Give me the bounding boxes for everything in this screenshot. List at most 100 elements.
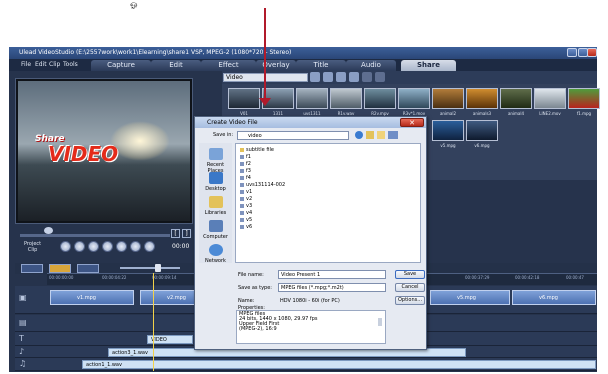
menu-bar: File Edit Clip Tools Capture Edit Effect…	[9, 59, 597, 71]
name-label: Name:	[238, 298, 255, 304]
options-button[interactable]: Options...	[395, 296, 425, 305]
zoom-slider[interactable]	[120, 267, 180, 269]
dialog-close-button[interactable]: ✕	[400, 118, 424, 127]
timecode: 00:00	[172, 243, 190, 250]
save-in-label: Save in:	[213, 132, 234, 138]
home-button[interactable]	[74, 241, 85, 252]
zoom-slider-thumb[interactable]	[155, 264, 161, 272]
place-network[interactable]: Network	[199, 244, 232, 264]
video-clip[interactable]: v6.mpg	[512, 290, 596, 305]
mark-out-button[interactable]: ]	[182, 229, 191, 238]
menu-clip[interactable]: Clip	[49, 61, 60, 68]
library-thumb[interactable]	[466, 88, 498, 109]
library-thumb[interactable]	[432, 120, 464, 141]
menu-edit[interactable]: Edit	[35, 61, 47, 68]
save-in-select[interactable]: video	[237, 131, 349, 140]
voice-track-icon[interactable]: ♪	[19, 347, 31, 357]
step-share[interactable]: Share	[401, 60, 456, 71]
file-item[interactable]: v2	[240, 196, 252, 202]
audio-view-button[interactable]	[77, 264, 99, 273]
new-folder-icon[interactable]	[377, 131, 385, 139]
overlay-track-icon[interactable]: ▤	[19, 318, 31, 328]
timeline-view-button[interactable]	[49, 264, 71, 273]
library-thumb[interactable]	[330, 88, 362, 109]
library-thumb[interactable]	[466, 120, 498, 141]
volume-button[interactable]	[144, 241, 155, 252]
file-item[interactable]: v4	[240, 210, 252, 216]
file-item[interactable]: subtitle file	[240, 147, 274, 153]
video-clip[interactable]: v5.mpg	[430, 290, 510, 305]
save-button[interactable]: Save	[395, 270, 425, 279]
place-recent[interactable]: Recent Places	[199, 148, 232, 174]
preview-video-text: VIDEO	[48, 142, 119, 166]
repeat-button[interactable]	[130, 241, 141, 252]
file-item[interactable]: v6	[240, 224, 252, 230]
sort-icon[interactable]	[336, 72, 346, 82]
end-button[interactable]	[116, 241, 127, 252]
storyboard-view-button[interactable]	[21, 264, 43, 273]
ruler-tick: 00:00:04:22	[102, 275, 127, 280]
place-desktop[interactable]: Desktop	[199, 172, 232, 192]
step-audio[interactable]: Audio	[346, 60, 396, 71]
place-libraries[interactable]: Libraries	[199, 196, 232, 216]
file-name-input[interactable]: Video Present 1	[278, 270, 386, 279]
library-thumb-label: animal4	[507, 111, 525, 116]
cancel-button[interactable]: Cancel	[395, 283, 425, 292]
previous-frame-button[interactable]	[88, 241, 99, 252]
step-edit[interactable]: Edit	[151, 60, 201, 71]
menu-tools[interactable]: Tools	[63, 61, 78, 68]
file-item[interactable]: f2	[240, 161, 251, 167]
file-item[interactable]: f1	[240, 154, 251, 160]
scrub-bar[interactable]	[20, 234, 170, 237]
up-folder-icon[interactable]	[366, 131, 374, 139]
step-capture[interactable]: Capture	[91, 60, 151, 71]
library-thumb[interactable]	[228, 88, 260, 109]
title-track-icon[interactable]: T	[19, 334, 31, 344]
properties-scrollbar[interactable]	[378, 318, 382, 326]
library-thumb[interactable]	[568, 88, 600, 109]
menu-file[interactable]: File	[21, 61, 31, 68]
grid-view-icon[interactable]	[323, 72, 333, 82]
delete-icon[interactable]	[362, 72, 372, 82]
library-thumb[interactable]	[500, 88, 532, 109]
next-frame-button[interactable]	[102, 241, 113, 252]
media-icon[interactable]	[349, 72, 359, 82]
file-item[interactable]: uvs131114-002	[240, 182, 285, 188]
step-effect[interactable]: Effect	[201, 60, 256, 71]
video-clip[interactable]: v2.mpg	[140, 290, 195, 305]
file-item[interactable]: f3	[240, 168, 251, 174]
options-icon[interactable]	[375, 72, 385, 82]
music-track-icon[interactable]: ♫	[19, 359, 31, 369]
ruler-tick: 00:00:42:18	[515, 275, 540, 280]
library-thumb[interactable]	[296, 88, 328, 109]
library-thumb[interactable]	[398, 88, 430, 109]
close-button[interactable]	[587, 48, 597, 57]
play-button[interactable]	[60, 241, 71, 252]
ruler-tick: 00:00:09:14	[152, 275, 177, 280]
file-item[interactable]: v1	[240, 189, 252, 195]
file-item[interactable]: f4	[240, 175, 251, 181]
annotation-arrow-line	[264, 8, 266, 103]
video-track-icon[interactable]: ▣	[19, 293, 31, 303]
view-menu-icon[interactable]	[388, 131, 398, 139]
video-clip[interactable]: v1.mpg	[50, 290, 134, 305]
save-type-label: Save as type:	[238, 285, 272, 291]
place-computer[interactable]: Computer	[199, 220, 232, 240]
timeline-playhead[interactable]	[153, 273, 154, 371]
music-clip[interactable]: action1_1.wav	[82, 360, 596, 369]
file-item[interactable]: v3	[240, 203, 252, 209]
minimize-button[interactable]	[567, 48, 577, 57]
project-clip-toggle[interactable]: Project Clip	[24, 241, 41, 253]
back-icon[interactable]	[355, 131, 363, 139]
file-item[interactable]: v5	[240, 217, 252, 223]
library-thumb[interactable]	[432, 88, 464, 109]
mark-in-button[interactable]: [	[171, 229, 180, 238]
folder-icon[interactable]	[310, 72, 320, 82]
library-thumb[interactable]	[364, 88, 396, 109]
step-overlay[interactable]: Overlay	[256, 60, 296, 71]
file-name-label: File name:	[238, 272, 264, 278]
step-title[interactable]: Title	[296, 60, 346, 71]
library-thumb[interactable]	[534, 88, 566, 109]
save-type-select[interactable]: MPEG files (*.mpg;*.m2t)	[278, 283, 386, 292]
preview-expand-icon[interactable]	[44, 227, 53, 234]
